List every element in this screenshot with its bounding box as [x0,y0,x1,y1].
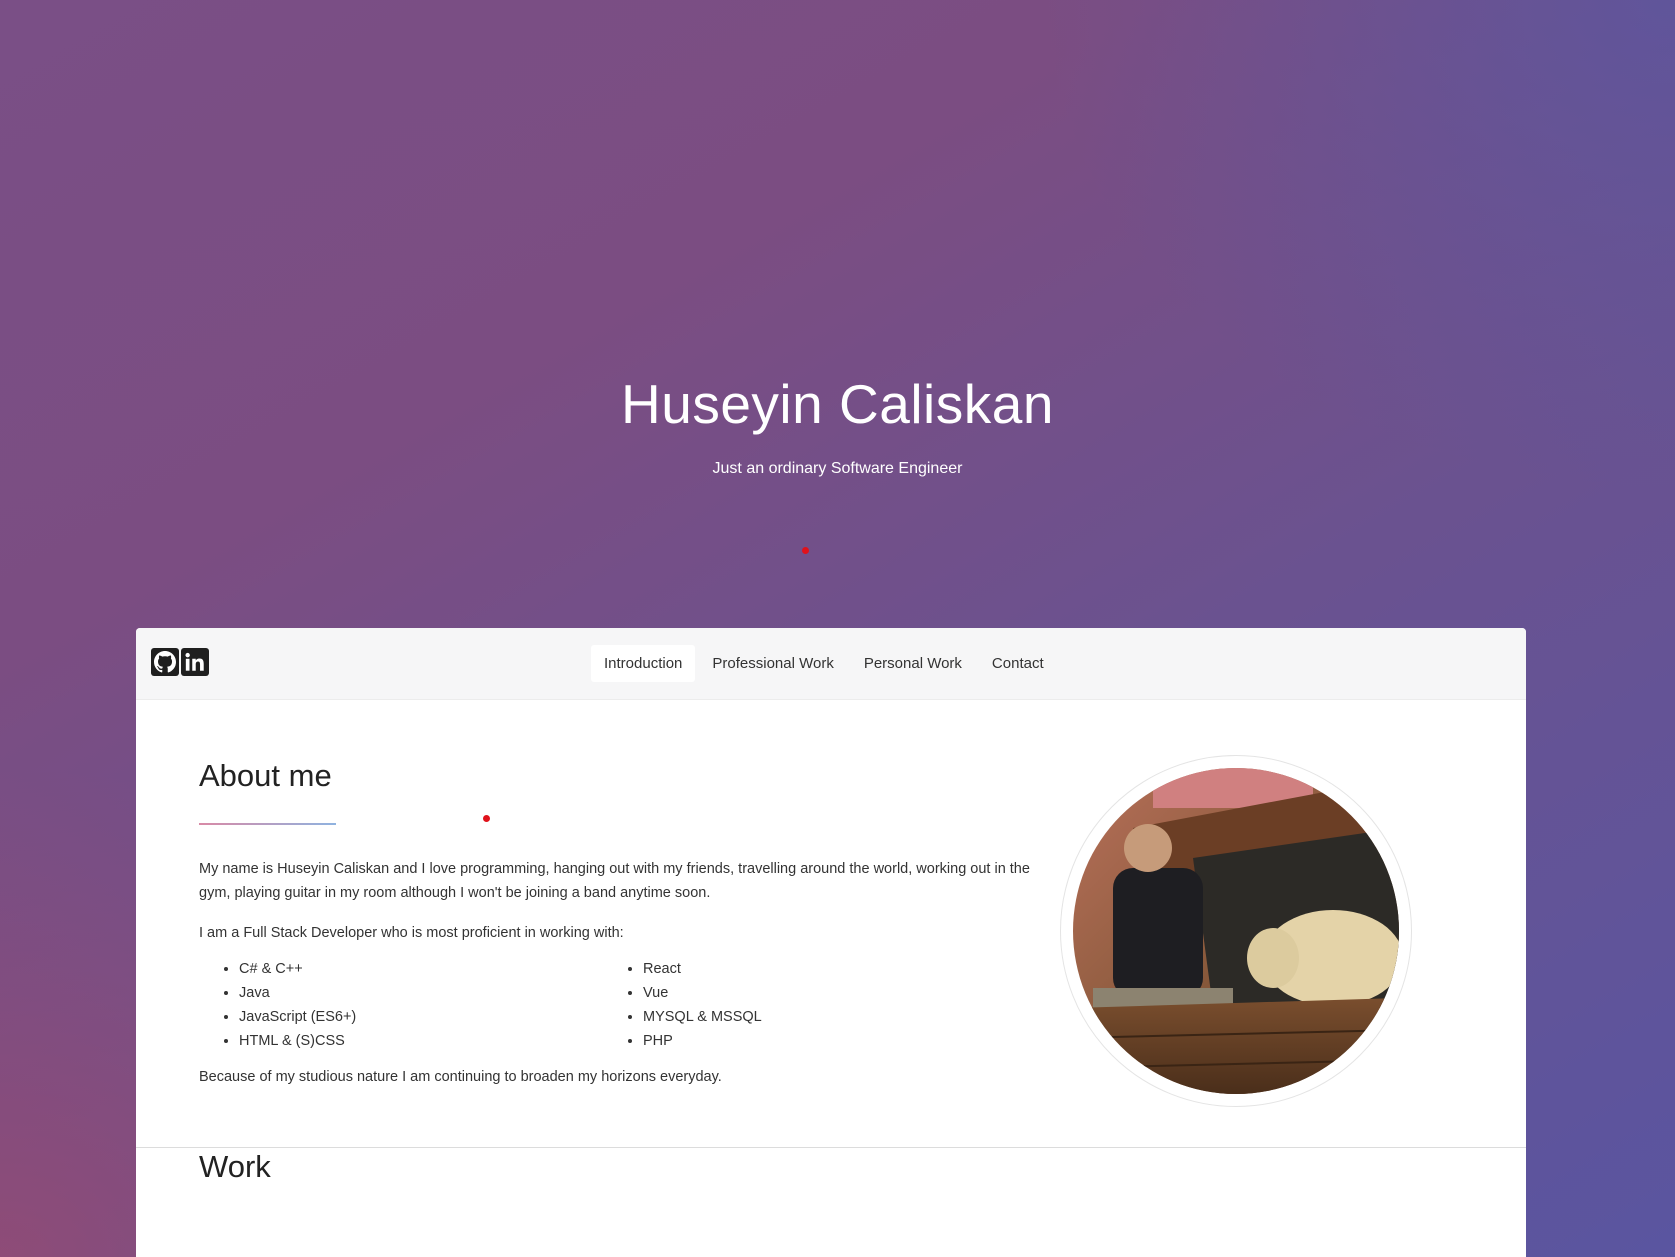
list-item: Vue [643,981,1007,1005]
list-item: HTML & (S)CSS [239,1029,603,1053]
tab-personal-work[interactable]: Personal Work [851,645,975,682]
red-dot-marker [483,815,490,822]
list-item: Java [239,981,603,1005]
skills-list: C# & C++ Java JavaScript (ES6+) HTML & (… [199,957,1034,1053]
list-item: JavaScript (ES6+) [239,1005,603,1029]
list-item: MYSQL & MSSQL [643,1005,1007,1029]
title-underline [199,823,336,825]
list-item: React [643,957,1007,981]
content-card: Introduction Professional Work Personal … [136,628,1526,1257]
github-icon[interactable] [151,648,179,676]
list-item: C# & C++ [239,957,603,981]
about-text: My name is Huseyin Caliskan and I love p… [199,857,1034,1105]
hero-subtitle: Just an ordinary Software Engineer [712,460,963,477]
about-closing: Because of my studious nature I am conti… [199,1069,722,1085]
nav-tabs: Introduction Professional Work Personal … [591,645,1057,682]
social-links [151,648,209,676]
hero-title: Huseyin Caliskan [621,373,1054,435]
profile-photo [1073,768,1399,1094]
skills-right-column: React Vue MYSQL & MSSQL PHP [603,957,1007,1053]
tab-professional-work[interactable]: Professional Work [699,645,846,682]
list-item: PHP [643,1029,1007,1053]
red-dot-marker [802,547,809,554]
skills-lead: I am a Full Stack Developer who is most … [199,925,624,941]
about-section: About me My name is Huseyin Caliskan and… [136,700,1526,1148]
linkedin-icon[interactable] [181,648,209,676]
hero-section: Huseyin Caliskan Just an ordinary Softwa… [0,0,1675,628]
navbar: Introduction Professional Work Personal … [136,628,1526,700]
tab-contact[interactable]: Contact [979,645,1057,682]
tab-introduction[interactable]: Introduction [591,645,696,682]
about-intro: My name is Huseyin Caliskan and I love p… [199,861,1030,901]
work-title: Work [199,1149,271,1184]
skills-left-column: C# & C++ Java JavaScript (ES6+) HTML & (… [199,957,603,1053]
avatar [1060,755,1412,1107]
about-title: About me [199,758,332,793]
